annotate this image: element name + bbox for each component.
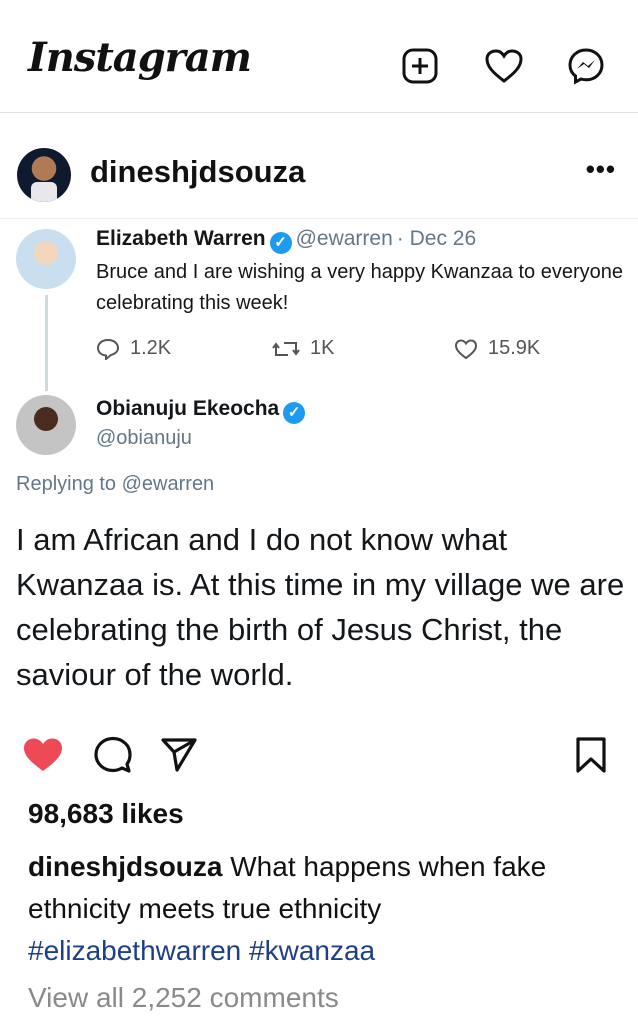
- tweet-likes: 15.9K: [454, 337, 540, 360]
- avatar[interactable]: [17, 148, 71, 202]
- hashtag-link[interactable]: #kwanzaa: [249, 935, 375, 966]
- instagram-logo[interactable]: Instagram: [28, 34, 252, 81]
- comment-icon[interactable]: [92, 734, 134, 776]
- tweet-replies: 1.2K: [96, 337, 171, 360]
- reply-icon: [96, 338, 120, 360]
- tweet-retweets: 1K: [272, 337, 334, 360]
- post-username[interactable]: dineshjdsouza: [90, 154, 305, 190]
- tweet-heart-icon: [454, 338, 478, 359]
- share-icon[interactable]: [158, 734, 200, 776]
- tweet-author-avatar: [16, 229, 76, 289]
- more-options-icon[interactable]: •••: [586, 154, 616, 185]
- retweet-icon: [272, 341, 300, 356]
- reply-text: I am African and I do not know what Kwan…: [16, 522, 625, 692]
- like-heart-icon[interactable]: [22, 734, 64, 776]
- tweet-author-name: Elizabeth Warren: [96, 227, 266, 250]
- post-header: dineshjdsouza •••: [0, 140, 638, 210]
- hashtag-link[interactable]: #elizabethwarren: [28, 935, 241, 966]
- caption-username[interactable]: dineshjdsouza: [28, 851, 222, 882]
- replying-to-line: Replying to @ewarren: [16, 473, 215, 495]
- reply-author-handle: @obianuju: [96, 427, 192, 449]
- tweet-author-handle: @ewarren: [295, 227, 393, 250]
- plus-square-icon[interactable]: [400, 46, 440, 86]
- verified-badge-icon: ✓: [269, 232, 292, 254]
- post-caption: dineshjdsouza What happens when fake eth…: [28, 846, 628, 972]
- reply-author-line: Obianuju Ekeocha ✓: [96, 397, 306, 424]
- top-bar: Instagram: [0, 0, 638, 113]
- post-actions: [0, 726, 638, 782]
- post-image: Elizabeth Warren ✓ @ewarren · Dec 26 Bruce …: [0, 218, 638, 721]
- verified-badge-icon: ✓: [283, 402, 306, 424]
- tweet-text: Bruce and I are wishing a very happy Kwa…: [96, 261, 623, 314]
- reply-author-name: Obianuju Ekeocha: [96, 397, 280, 420]
- tweet-date: · Dec 26: [396, 227, 477, 250]
- view-comments-link[interactable]: View all 2,252 comments: [28, 982, 339, 1014]
- likes-count[interactable]: 98,683 likes: [28, 798, 184, 830]
- tweet-stats: 1.2K 1K 15.9K: [96, 337, 636, 367]
- thread-line: [45, 295, 48, 391]
- heart-icon[interactable]: [484, 46, 524, 86]
- bookmark-icon[interactable]: [570, 734, 612, 776]
- tweet-author-line: Elizabeth Warren ✓ @ewarren · Dec 26: [96, 227, 476, 254]
- messenger-icon[interactable]: [566, 46, 606, 86]
- reply-author-avatar: [16, 395, 76, 455]
